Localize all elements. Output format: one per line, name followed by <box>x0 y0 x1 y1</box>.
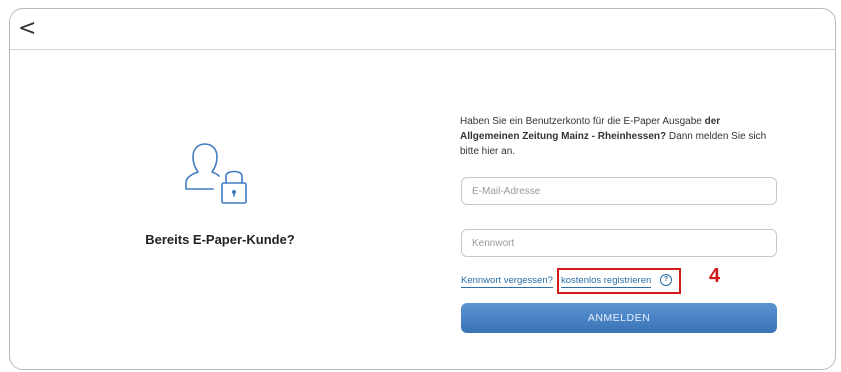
app-window: < Bereits E-Paper-Kunde? Haben Sie ein B… <box>9 8 836 370</box>
section-title: Bereits E-Paper-Kunde? <box>145 232 295 247</box>
forgot-password-link[interactable]: Kennwort vergessen? <box>461 275 553 288</box>
email-field[interactable] <box>461 177 777 205</box>
annotation-highlight-box <box>557 268 681 294</box>
chevron-left-icon[interactable]: < <box>18 16 36 42</box>
login-intro-text: Haben Sie ein Benutzerkonto für die E-Pa… <box>460 114 780 159</box>
intro-text-part1: Haben Sie ein Benutzerkonto für die E-Pa… <box>460 116 705 127</box>
top-bar: < <box>10 9 835 50</box>
password-field[interactable] <box>461 229 777 257</box>
login-button[interactable]: ANMELDEN <box>461 303 777 333</box>
annotation-marker: 4 <box>709 265 721 287</box>
user-lock-icon <box>185 143 247 204</box>
